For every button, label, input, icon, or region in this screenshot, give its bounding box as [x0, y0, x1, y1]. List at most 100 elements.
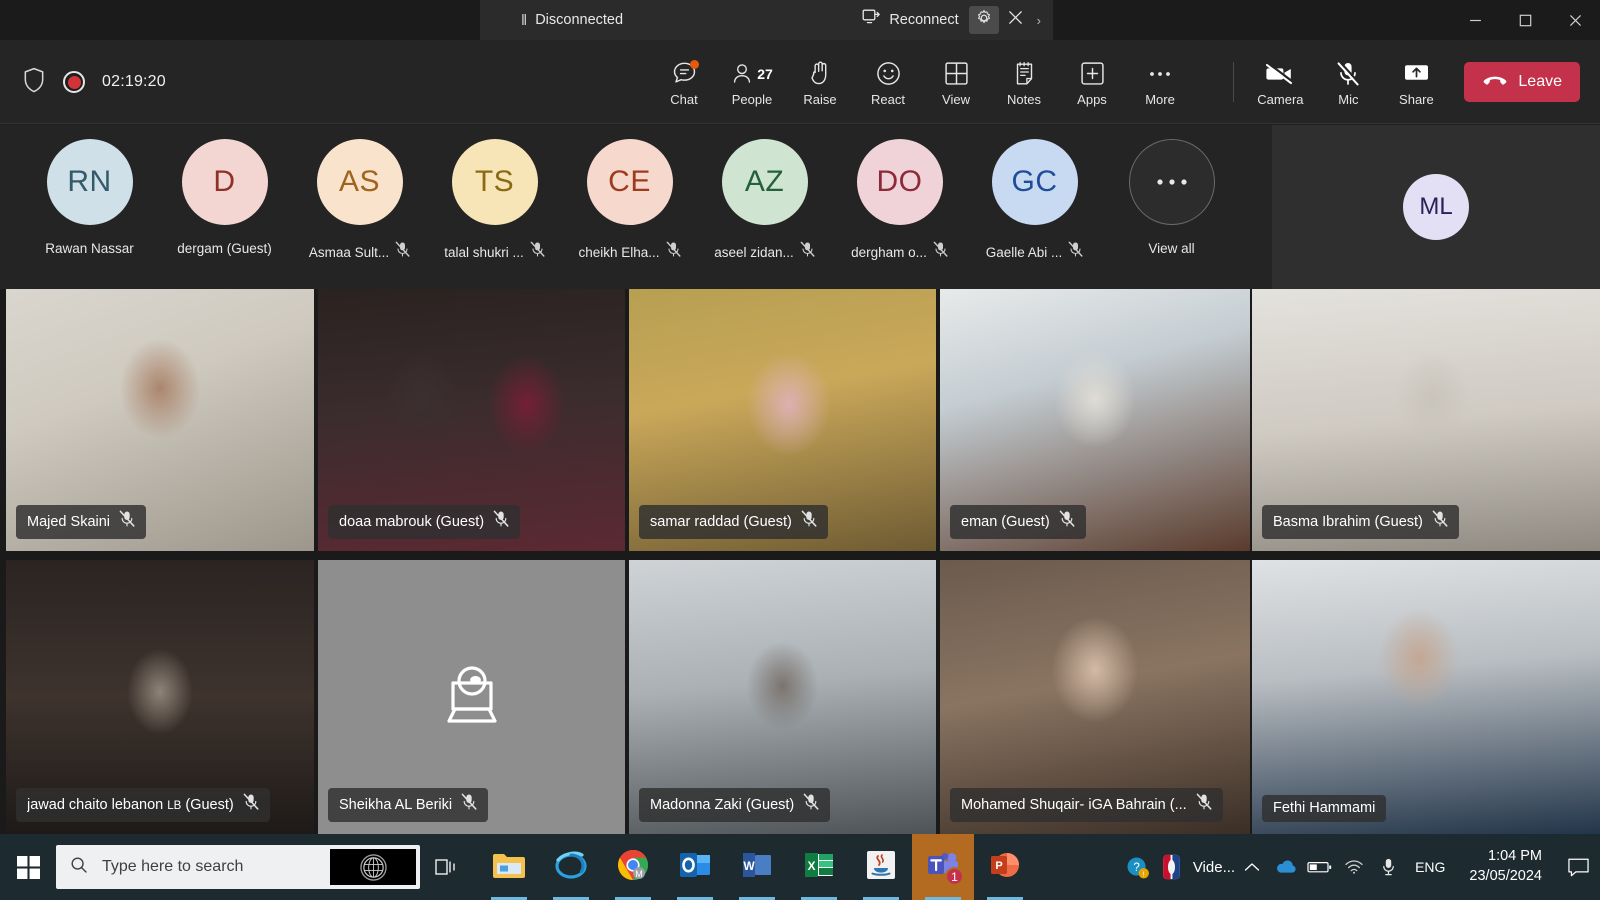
taskbar-app-teams[interactable]: 1: [912, 834, 974, 900]
video-tile[interactable]: Sheikha AL Beriki: [318, 560, 625, 834]
taskbar-app-excel[interactable]: X: [788, 834, 850, 900]
avatar-item[interactable]: Ddergam (Guest): [157, 139, 292, 256]
settings-button[interactable]: [968, 6, 999, 34]
taskbar-app-internet-explorer[interactable]: [540, 834, 602, 900]
avatar-item[interactable]: CE cheikh Elha...: [562, 139, 697, 263]
un-emblem-icon[interactable]: [330, 849, 416, 885]
leave-button[interactable]: Leave: [1464, 62, 1580, 102]
reconnect-button[interactable]: Reconnect: [854, 4, 966, 36]
maximize-button[interactable]: [1500, 0, 1550, 40]
onedrive-cloud-icon[interactable]: [1269, 834, 1303, 900]
taskbar-app-java[interactable]: [850, 834, 912, 900]
connection-status-bar: ‖ Disconnected Reconnect ›: [480, 0, 1053, 40]
people-label: People: [731, 91, 773, 107]
close-window-button[interactable]: [1550, 0, 1600, 40]
taskbar-app-chrome[interactable]: M: [602, 834, 664, 900]
camera-off-icon: [1265, 59, 1295, 89]
close-panel-button[interactable]: [1001, 6, 1031, 34]
avatar-name: Gaelle Abi ...: [985, 244, 1063, 260]
powerpoint-icon: P: [990, 850, 1020, 885]
language-indicator[interactable]: ENG: [1405, 859, 1455, 875]
taskbar-app-outlook[interactable]: [664, 834, 726, 900]
video-tile[interactable]: Basma Ibrahim (Guest): [1252, 289, 1600, 551]
taskbar-app-file-explorer[interactable]: [478, 834, 540, 900]
svg-text:!: !: [1143, 869, 1145, 878]
avatar: DO: [856, 139, 943, 225]
windows-start-icon[interactable]: [0, 834, 56, 900]
mic-toggle-button[interactable]: Mic: [1314, 47, 1382, 117]
chevron-up-icon[interactable]: [1235, 834, 1269, 900]
participant-name: Majed Skaini: [27, 513, 111, 530]
svg-text:W: W: [743, 859, 755, 873]
avatar-item[interactable]: GC Gaelle Abi ...: [967, 139, 1102, 263]
people-button[interactable]: 27 People: [718, 47, 786, 117]
participant-name: Basma Ibrahim (Guest): [1273, 513, 1423, 530]
system-tray: ? ! Vide... ENG 1:04 PM 23/05/2024: [1121, 834, 1600, 900]
avatar-name: aseel zidan...: [714, 244, 794, 260]
meeting-timer: 02:19:20: [102, 73, 166, 90]
avatar-name-row: Rawan Nassar: [45, 241, 134, 256]
help-warning-icon[interactable]: ? !: [1121, 834, 1155, 900]
video-tile[interactable]: eman (Guest): [940, 289, 1250, 551]
raise-label: Raise: [803, 91, 837, 107]
avatar: AS: [316, 139, 403, 225]
connection-actions: Reconnect ›: [854, 4, 1045, 36]
mic-off-icon: [801, 510, 817, 533]
mic-off-icon: [493, 510, 509, 533]
avatar-item[interactable]: AZ aseel zidan...: [697, 139, 832, 263]
view-all-button[interactable]: View all: [1104, 139, 1239, 256]
task-view-icon[interactable]: [420, 834, 472, 900]
avatar-item[interactable]: AS Asmaa Sult...: [292, 139, 427, 263]
mic-off-icon: [461, 793, 477, 816]
chat-button[interactable]: Chat: [650, 47, 718, 117]
share-label: Share: [1399, 91, 1434, 107]
taskbar-app-powerpoint[interactable]: P: [974, 834, 1036, 900]
webcam-laptop-icon: [435, 659, 509, 736]
video-tile[interactable]: Fethi Hammami: [1252, 560, 1600, 834]
wifi-icon[interactable]: [1337, 834, 1371, 900]
participant-name: Madonna Zaki (Guest): [650, 796, 795, 813]
video-tile[interactable]: Majed Skaini: [6, 289, 314, 551]
connection-status-text: Disconnected: [535, 12, 624, 28]
avatar-item[interactable]: TS talal shukri ...: [427, 139, 562, 263]
avatar-item[interactable]: DO dergham o...: [832, 139, 967, 263]
mic-off-icon: [1059, 510, 1075, 533]
clock-time: 1:04 PM: [1488, 848, 1542, 865]
search-input[interactable]: Type here to search: [56, 845, 420, 889]
window-task-label[interactable]: Vide...: [1189, 859, 1235, 876]
windows-taskbar: Type here to search MWX1P ? ! Vide... EN…: [0, 834, 1600, 900]
react-button[interactable]: React: [854, 47, 922, 117]
taskbar-app-word[interactable]: W: [726, 834, 788, 900]
view-button[interactable]: View: [922, 47, 990, 117]
notes-label: Notes: [1007, 91, 1041, 107]
camera-toggle-button[interactable]: Camera: [1246, 47, 1314, 117]
clock[interactable]: 1:04 PM 23/05/2024: [1455, 847, 1556, 886]
share-screen-button[interactable]: Share: [1382, 47, 1450, 117]
raise-hand-button[interactable]: Raise: [786, 47, 854, 117]
react-label: React: [871, 91, 905, 107]
notification-icon[interactable]: [1556, 834, 1600, 900]
video-tile[interactable]: jawad chaito lebanon LB (Guest): [6, 560, 314, 834]
video-tile[interactable]: samar raddad (Guest): [629, 289, 936, 551]
participant-name: doaa mabrouk (Guest): [339, 513, 485, 530]
battery-icon[interactable]: [1303, 834, 1337, 900]
video-tile[interactable]: Madonna Zaki (Guest): [629, 560, 936, 834]
video-tile[interactable]: Mohamed Shuqair- iGA Bahrain (...: [940, 560, 1250, 834]
avatar-name-row: dergam (Guest): [177, 241, 272, 256]
minimize-button[interactable]: [1450, 0, 1500, 40]
raise-hand-icon: [808, 59, 832, 89]
video-stream: [1252, 560, 1600, 834]
notes-button[interactable]: Notes: [990, 47, 1058, 117]
avatar-name-row: Asmaa Sult...: [309, 241, 410, 263]
chrome-icon: M: [617, 849, 649, 886]
people-count: 27: [757, 65, 773, 82]
microphone-icon[interactable]: [1371, 834, 1405, 900]
self-preview-tile[interactable]: ML: [1272, 125, 1600, 289]
apps-button[interactable]: Apps: [1058, 47, 1126, 117]
video-tile[interactable]: doaa mabrouk (Guest): [318, 289, 625, 551]
avatar-item[interactable]: RN Rawan Nassar: [22, 139, 157, 256]
self-avatar: ML: [1403, 174, 1469, 240]
nba-app-icon[interactable]: [1155, 834, 1189, 900]
chevron-right-icon[interactable]: ›: [1033, 13, 1045, 28]
more-button[interactable]: More: [1126, 47, 1194, 117]
